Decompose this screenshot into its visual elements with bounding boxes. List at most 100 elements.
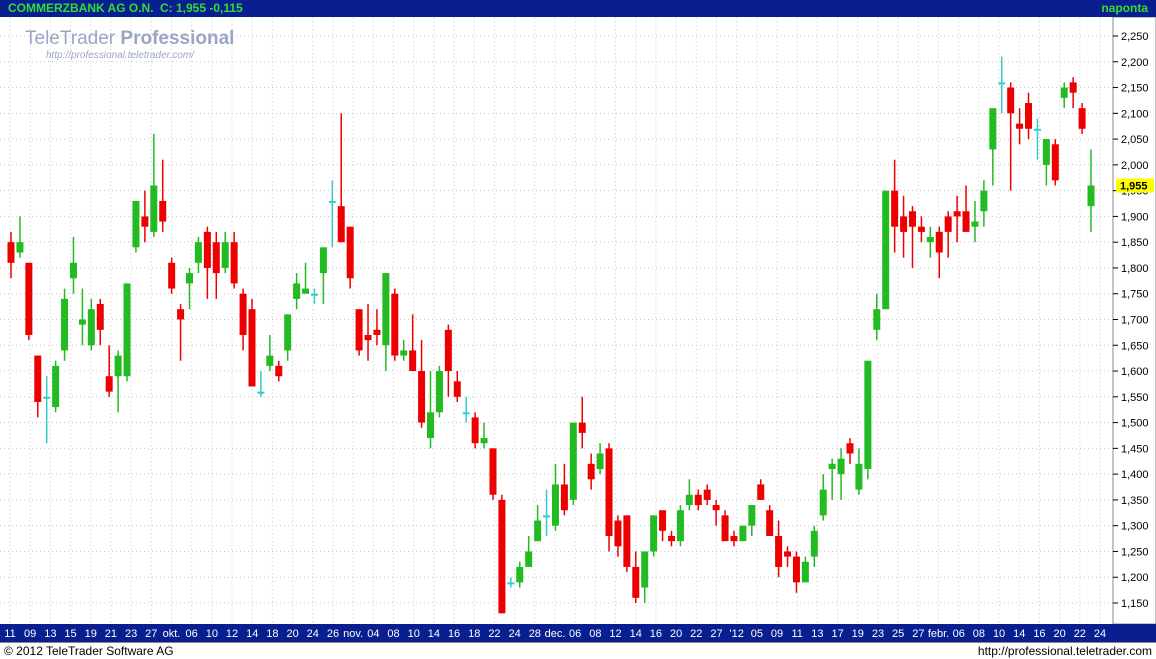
- x-tick-label: 14: [1013, 628, 1025, 640]
- candle-body: [87, 309, 95, 346]
- candle-body: [569, 422, 577, 500]
- watermark-brand-bold: Professional: [120, 28, 235, 49]
- candle-body: [1060, 87, 1068, 98]
- x-tick-label: 06: [953, 628, 965, 640]
- candle-body: [319, 247, 327, 274]
- candle-body: [444, 329, 452, 372]
- candle-body: [1087, 185, 1095, 207]
- candle-body: [355, 309, 363, 351]
- y-tick-label: 2,050: [1121, 134, 1149, 146]
- x-tick-label: 27: [912, 628, 924, 640]
- y-tick-label: 2,000: [1121, 160, 1149, 172]
- x-tick-label: 11: [4, 628, 15, 640]
- x-tick-label: 21: [105, 628, 117, 640]
- candle-body: [917, 226, 925, 232]
- x-tick-label: 27: [145, 628, 157, 640]
- x-tick-label: 22: [488, 628, 500, 640]
- candle: [739, 525, 747, 542]
- candle-body: [78, 319, 86, 325]
- y-tick-label: 1,350: [1121, 495, 1149, 507]
- x-tick-label: 25: [892, 628, 904, 640]
- candle-body: [703, 489, 711, 500]
- candle-body: [534, 520, 542, 542]
- candle-body: [873, 309, 881, 330]
- x-tick-label: 04: [367, 628, 379, 640]
- y-tick-label: 1,150: [1121, 598, 1149, 610]
- candle: [355, 309, 363, 356]
- x-tick-label: 20: [286, 628, 298, 640]
- watermark-brand-light: TeleTrader: [25, 28, 116, 49]
- x-tick-label: dec.: [545, 628, 566, 640]
- candle-body: [150, 185, 158, 232]
- candle-body: [114, 355, 122, 377]
- y-tick-label: 2,150: [1121, 83, 1149, 95]
- x-tick-label: 10: [206, 628, 218, 640]
- candle-body: [578, 422, 586, 433]
- candle-body: [105, 376, 113, 392]
- y-tick-label: 1,650: [1121, 340, 1149, 352]
- x-tick-label: 05: [751, 628, 763, 640]
- candle-body: [632, 566, 640, 598]
- candle-body: [623, 515, 631, 567]
- x-tick-label: 06: [186, 628, 198, 640]
- x-tick-label: okt.: [163, 628, 181, 640]
- candle-body: [775, 535, 783, 567]
- candle-body: [828, 463, 836, 469]
- candle-body: [908, 211, 916, 227]
- x-tick-label: 08: [589, 628, 601, 640]
- candle-body: [837, 458, 845, 475]
- candle-body: [302, 288, 310, 294]
- candle-body: [730, 535, 738, 542]
- candle-body: [846, 443, 854, 454]
- candle-body: [1033, 128, 1041, 131]
- x-tick-label: 24: [1094, 628, 1106, 640]
- candle-body: [409, 350, 417, 372]
- y-tick-label: 1,450: [1121, 443, 1149, 455]
- candle: [52, 360, 60, 413]
- x-tick-label: 18: [266, 628, 278, 640]
- x-tick-label: 13: [811, 628, 823, 640]
- last-price-label: 1,955: [1120, 180, 1148, 192]
- candle-body: [685, 494, 693, 506]
- x-axis: 11 09 13 15 19 21 23 27 okt. 06 10 12 14 18 20 24 26 nov.…: [0, 624, 1156, 642]
- x-tick-label: 09: [771, 628, 783, 640]
- candle-body: [212, 242, 220, 274]
- y-tick-label: 2,100: [1121, 108, 1149, 120]
- x-tick-label: 16: [448, 628, 460, 640]
- y-tick-label: 1,700: [1121, 315, 1149, 327]
- candle-body: [766, 510, 774, 536]
- candle-body: [605, 448, 613, 536]
- y-tick-label: 1,200: [1121, 572, 1149, 584]
- candle: [168, 257, 176, 294]
- x-tick-label: 10: [993, 628, 1005, 640]
- candle-body: [61, 298, 69, 351]
- x-tick-label: 19: [85, 628, 97, 640]
- y-tick-label: 1,600: [1121, 366, 1149, 378]
- candle-body: [489, 448, 497, 495]
- candle-body: [266, 355, 274, 366]
- price-chart[interactable]: 2,2502,2002,1502,1002,0502,0001,9501,900…: [0, 17, 1156, 624]
- x-tick-label: 13: [44, 628, 56, 640]
- candle: [498, 494, 506, 614]
- candle-body: [328, 200, 336, 203]
- x-tick-label: febr.: [928, 628, 949, 640]
- candle-body: [293, 283, 301, 299]
- footer-url[interactable]: http://professional.teletrader.com: [978, 644, 1152, 658]
- candle-body: [221, 242, 229, 268]
- candle-body: [953, 211, 961, 217]
- candle-body: [257, 391, 265, 394]
- candle-body: [239, 293, 247, 335]
- candle-body: [971, 221, 979, 227]
- chart-window: COMMERZBANK AG O.N. C: 1,955 -0,115 napo…: [0, 0, 1156, 659]
- candle-body: [194, 242, 202, 263]
- candle: [435, 365, 443, 418]
- candle-body: [784, 551, 792, 557]
- candle-body: [810, 530, 818, 557]
- candle-body: [667, 535, 675, 542]
- candle-body: [498, 499, 506, 614]
- candle-body: [16, 242, 24, 253]
- x-tick-label: 28: [529, 628, 541, 640]
- candle-body: [34, 355, 42, 402]
- candle-body: [516, 566, 524, 583]
- x-tick-label: 08: [973, 628, 985, 640]
